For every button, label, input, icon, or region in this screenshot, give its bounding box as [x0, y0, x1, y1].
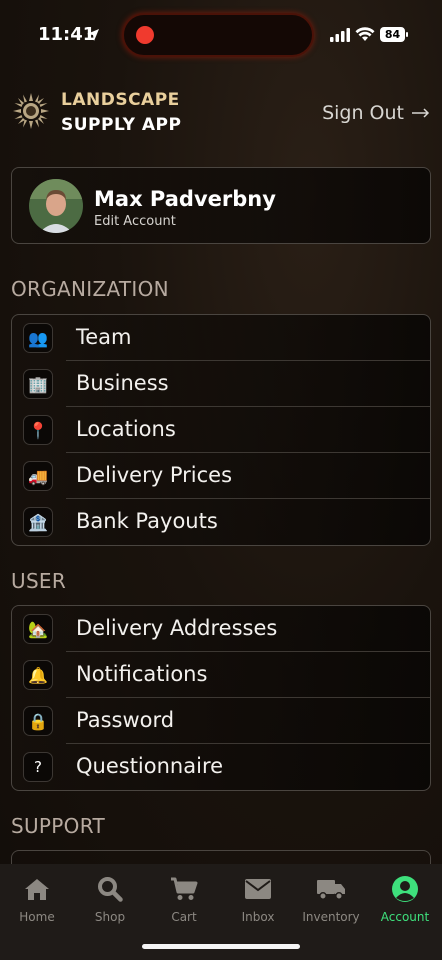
section-title-organization: ORGANIZATION	[11, 277, 169, 301]
envelope-icon	[245, 879, 271, 899]
tab-shop[interactable]: Shop	[73, 874, 147, 924]
menu-item-locations[interactable]: 📍 Locations	[12, 407, 430, 453]
menu-item-label: Delivery Addresses	[76, 616, 278, 640]
menu-item-label: Notifications	[76, 662, 208, 686]
sign-out-label: Sign Out	[322, 102, 404, 124]
menu-item-business[interactable]: 🏢 Business	[12, 361, 430, 407]
recording-dot-icon	[136, 26, 154, 44]
tab-inventory[interactable]: Inventory	[294, 874, 368, 924]
lock-icon: 🔒	[23, 706, 53, 736]
sun-logo-icon	[13, 93, 49, 129]
menu-item-label: Locations	[76, 417, 176, 441]
question-icon: ?	[23, 752, 53, 782]
cart-icon	[171, 877, 198, 900]
menu-item-notifications[interactable]: 🔔 Notifications	[12, 652, 430, 698]
tab-cart[interactable]: Cart	[147, 874, 221, 924]
bank-icon: 🏦	[23, 507, 53, 537]
menu-item-questionnaire[interactable]: ? Questionnaire	[12, 744, 430, 790]
menu-item-bank-payouts[interactable]: 🏦 Bank Payouts	[12, 499, 430, 545]
menu-item-label: Questionnaire	[76, 754, 224, 778]
menu-item-team[interactable]: 👥 Team	[12, 315, 430, 361]
tab-account[interactable]: Account	[368, 874, 442, 924]
section-title-user: USER	[11, 569, 67, 593]
brand-name-line2: SUPPLY APP	[61, 115, 182, 135]
truck-icon	[317, 880, 345, 900]
organization-menu: 👥 Team 🏢 Business 📍 Locations 🚚 Delivery…	[11, 314, 431, 546]
profile-card[interactable]: Max Padverbny Edit Account	[11, 167, 431, 244]
tab-inbox[interactable]: Inbox	[221, 874, 295, 924]
building-icon: 🏢	[23, 369, 53, 399]
dynamic-island	[122, 13, 314, 57]
menu-item-label: Team	[76, 325, 132, 349]
truck-icon: 🚚	[23, 461, 53, 491]
menu-item-label: Business	[76, 371, 169, 395]
tab-label: Cart	[171, 910, 197, 924]
brand-name-line1: LANDSCAPE	[61, 90, 180, 110]
menu-item-password[interactable]: 🔒 Password	[12, 698, 430, 744]
team-icon: 👥	[23, 323, 53, 353]
status-bar: 11:41 84	[0, 0, 442, 70]
location-arrow-icon	[87, 29, 99, 41]
tab-label: Inbox	[241, 910, 275, 924]
home-icon	[25, 879, 49, 900]
wifi-icon	[355, 27, 375, 41]
tab-label: Account	[380, 910, 430, 924]
house-icon: 🏡	[23, 614, 53, 644]
app-header: LANDSCAPE SUPPLY APP Sign Out	[0, 88, 442, 140]
avatar	[29, 179, 83, 233]
menu-item-label: Password	[76, 708, 175, 732]
battery-indicator: 84	[380, 27, 405, 42]
menu-item-delivery-addresses[interactable]: 🏡 Delivery Addresses	[12, 606, 430, 652]
menu-item-delivery-prices[interactable]: 🚚 Delivery Prices	[12, 453, 430, 499]
menu-item-label: Bank Payouts	[76, 509, 218, 533]
pin-icon: 📍	[23, 415, 53, 445]
user-menu: 🏡 Delivery Addresses 🔔 Notifications 🔒 P…	[11, 605, 431, 791]
tab-label: Inventory	[302, 910, 360, 924]
menu-item-label: Delivery Prices	[76, 463, 233, 487]
search-icon	[98, 877, 123, 902]
home-indicator	[142, 944, 300, 949]
tab-home[interactable]: Home	[0, 874, 74, 924]
tab-label: Home	[19, 910, 55, 924]
cellular-signal-icon	[330, 28, 350, 42]
edit-account-link[interactable]: Edit Account	[94, 214, 176, 229]
account-icon	[392, 876, 418, 902]
tab-label: Shop	[94, 910, 126, 924]
section-title-support: SUPPORT	[11, 814, 105, 838]
arrow-right-icon	[412, 108, 430, 118]
battery-tip	[406, 32, 408, 37]
profile-name: Max Padverbny	[94, 187, 276, 211]
sign-out-button[interactable]: Sign Out	[322, 102, 430, 124]
bell-icon: 🔔	[23, 660, 53, 690]
